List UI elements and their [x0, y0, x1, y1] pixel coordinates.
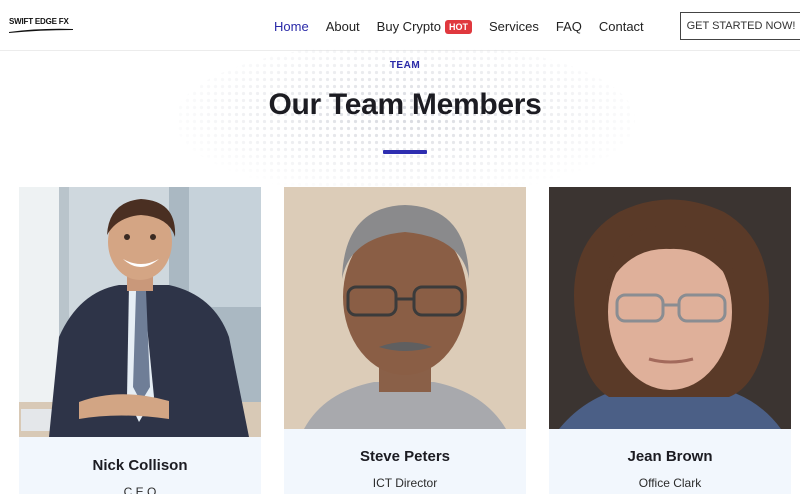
- nav-item-about[interactable]: About: [326, 19, 360, 34]
- brand-name: SWIFT EDGE FX: [9, 17, 69, 26]
- member-name: Jean Brown: [627, 448, 713, 465]
- member-role: Office Clark: [638, 476, 702, 490]
- logo-swoosh-icon: [9, 28, 73, 33]
- nav-item-services[interactable]: Services: [489, 19, 539, 34]
- team-card-info: Steve Peters ICT Director: [284, 429, 526, 494]
- nav-item-faq[interactable]: FAQ: [556, 19, 582, 34]
- nav-item-home[interactable]: Home: [274, 19, 309, 34]
- title-underline: [383, 150, 427, 154]
- team-member-photo: [19, 187, 261, 437]
- member-role: C.E.O: [123, 485, 157, 494]
- person-photo-icon: [284, 187, 526, 429]
- site-header: SWIFT EDGE FX Home About Buy Crypto HOT S…: [0, 0, 800, 51]
- team-card: Steve Peters ICT Director: [284, 187, 526, 494]
- member-name: Steve Peters: [359, 448, 451, 465]
- team-member-photo: [284, 187, 526, 429]
- team-card: Nick Collison C.E.O: [19, 187, 261, 494]
- team-card-info: Jean Brown Office Clark: [549, 429, 791, 494]
- member-name: Nick Collison: [92, 457, 188, 474]
- person-photo-icon: [549, 187, 791, 429]
- nav-item-contact[interactable]: Contact: [599, 19, 644, 34]
- person-photo-icon: [19, 187, 261, 437]
- hot-badge: HOT: [444, 19, 472, 34]
- nav-item-buy-crypto-label: Buy Crypto: [376, 18, 441, 34]
- main-nav: Home About Buy Crypto HOT Services FAQ Co…: [274, 17, 661, 35]
- get-started-button[interactable]: GET STARTED NOW!: [680, 12, 800, 40]
- member-role: ICT Director: [372, 476, 438, 490]
- brand-logo[interactable]: SWIFT EDGE FX: [9, 18, 75, 34]
- team-card-info: Nick Collison C.E.O: [19, 437, 261, 494]
- nav-item-buy-crypto[interactable]: Buy Crypto HOT: [377, 19, 472, 34]
- section-title: Our Team Members: [268, 88, 542, 121]
- section-eyebrow: TEAM: [389, 60, 421, 71]
- team-member-photo: [549, 187, 791, 429]
- team-card: Jean Brown Office Clark: [549, 187, 791, 494]
